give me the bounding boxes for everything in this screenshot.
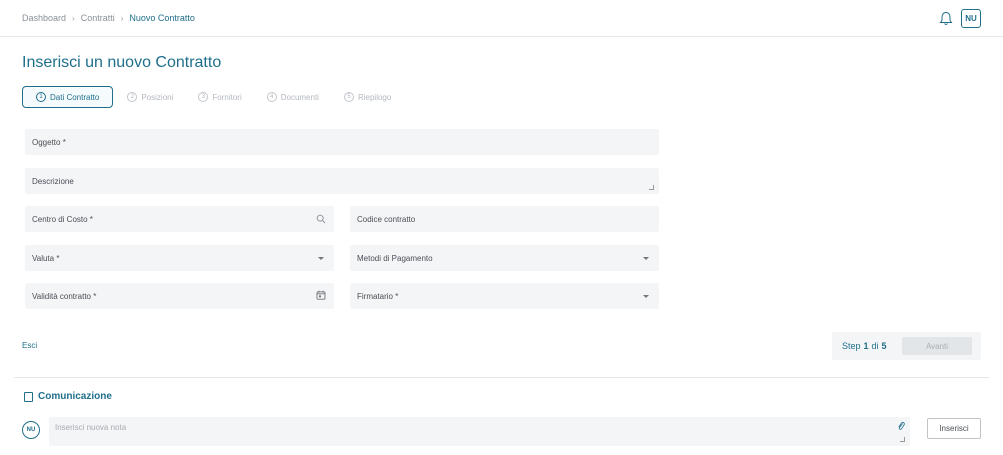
comunicazione-header: Comunicazione: [24, 391, 112, 402]
metodi-pagamento-label: Metodi di Pagamento: [357, 253, 433, 263]
valuta-select[interactable]: Valuta *: [25, 245, 334, 271]
step-indicator: Step 1 di 5 Avanti: [832, 332, 981, 360]
centro-costo-label: Centro di Costo *: [32, 214, 93, 224]
stepper: 1 Dati Contratto 2 Posizioni 3 Fornitori…: [22, 86, 416, 108]
breadcrumb: Dashboard › Contratti › Nuovo Contratto: [22, 13, 195, 23]
step-dati-contratto[interactable]: 1 Dati Contratto: [22, 86, 114, 108]
step-current: 1: [863, 341, 869, 351]
comunicazione-title: Comunicazione: [38, 391, 112, 402]
resize-handle-icon[interactable]: [900, 437, 905, 442]
descrizione-label: Descrizione: [32, 176, 74, 186]
codice-contratto-field[interactable]: Codice contratto: [350, 206, 659, 232]
chevron-right-icon: ›: [120, 13, 124, 23]
resize-handle-icon[interactable]: [649, 185, 654, 190]
step-total: 5: [881, 341, 887, 351]
note-input[interactable]: Inserisci nuova nota: [49, 417, 910, 446]
chevron-down-icon: [643, 257, 649, 260]
breadcrumb-current: Nuovo Contratto: [129, 13, 195, 23]
step-of: di: [871, 341, 879, 351]
section-divider: [14, 377, 989, 378]
step-label: Posizioni: [141, 92, 174, 102]
avanti-button[interactable]: Avanti: [902, 337, 972, 355]
oggetto-label: Oggetto *: [32, 137, 66, 147]
step-riepilogo[interactable]: 5 Riepilogo: [343, 92, 392, 102]
inserisci-button[interactable]: Inserisci: [927, 418, 981, 439]
codice-contratto-label: Codice contratto: [357, 214, 416, 224]
breadcrumb-dashboard[interactable]: Dashboard: [22, 13, 66, 23]
step-number: 1: [36, 92, 46, 102]
page-title: Inserisci un nuovo Contratto: [22, 54, 222, 71]
oggetto-field[interactable]: Oggetto *: [25, 129, 659, 155]
firmatario-label: Firmatario *: [357, 291, 399, 301]
chevron-down-icon: [643, 295, 649, 298]
bell-icon[interactable]: [939, 11, 953, 26]
step-posizioni[interactable]: 2 Posizioni: [127, 92, 173, 102]
validita-label: Validità contratto *: [32, 291, 97, 301]
esci-link[interactable]: Esci: [22, 341, 37, 350]
step-number: 3: [198, 92, 209, 102]
firmatario-select[interactable]: Firmatario *: [350, 283, 659, 309]
step-label: Dati Contratto: [50, 92, 100, 102]
step-label: Riepilogo: [357, 92, 392, 102]
user-avatar-button[interactable]: NU: [961, 9, 981, 28]
validita-contratto-field[interactable]: Validità contratto *: [25, 283, 334, 309]
breadcrumb-contratti[interactable]: Contratti: [81, 13, 115, 23]
calendar-icon[interactable]: [316, 290, 326, 300]
step-label: Fornitori: [212, 92, 242, 102]
step-fornitori[interactable]: 3 Fornitori: [198, 92, 242, 102]
valuta-label: Valuta *: [32, 253, 60, 263]
chevron-down-icon: [318, 257, 324, 260]
note-icon: [24, 391, 33, 402]
step-number: 5: [343, 92, 354, 102]
step-number: 2: [127, 92, 138, 102]
centro-costo-field[interactable]: Centro di Costo *: [25, 206, 334, 232]
chevron-right-icon: ›: [72, 13, 75, 23]
step-documenti[interactable]: 4 Documenti: [266, 92, 319, 102]
paperclip-icon[interactable]: [897, 421, 905, 431]
search-icon[interactable]: [316, 214, 326, 224]
metodi-pagamento-select[interactable]: Metodi di Pagamento: [350, 245, 659, 271]
note-placeholder: Inserisci nuova nota: [55, 423, 127, 432]
step-prefix: Step: [842, 341, 861, 351]
descrizione-field[interactable]: Descrizione: [25, 168, 659, 194]
avatar: NU: [22, 421, 40, 439]
top-bar: Dashboard › Contratti › Nuovo Contratto …: [0, 0, 1003, 37]
step-number: 4: [266, 92, 277, 102]
step-label: Documenti: [280, 92, 319, 102]
